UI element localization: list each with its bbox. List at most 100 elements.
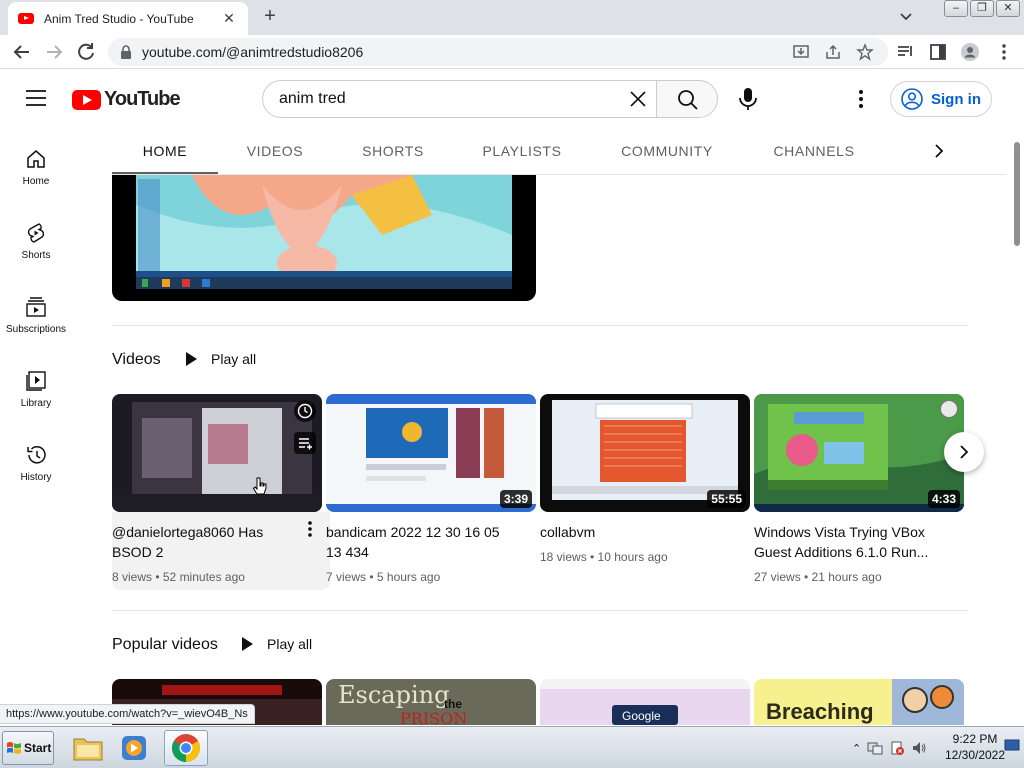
video-title[interactable]: Windows Vista Trying VBox Guest Addition…	[754, 522, 964, 562]
popular-video-thumbnail[interactable]: Google	[540, 679, 750, 725]
chrome-icon	[172, 734, 200, 762]
video-action-menu-icon[interactable]	[302, 518, 318, 540]
chrome-menu-icon[interactable]	[994, 42, 1014, 62]
video-meta: 7 views • 5 hours ago	[326, 570, 441, 584]
restore-icon[interactable]: ❐	[970, 0, 994, 17]
lock-icon[interactable]	[120, 45, 132, 59]
side-panel-icon[interactable]	[928, 42, 948, 62]
media-controls-icon[interactable]	[896, 42, 916, 62]
browser-tab[interactable]: Anim Tred Studio - YouTube ✕	[8, 2, 248, 35]
profile-avatar-icon[interactable]	[960, 42, 980, 62]
chrome-taskbar-button[interactable]	[164, 730, 208, 766]
play-all-label: Play all	[211, 351, 257, 367]
guide-label: Home	[22, 176, 50, 187]
settings-kebab-icon[interactable]	[851, 88, 871, 110]
featured-video-player[interactable]	[112, 175, 536, 301]
popular-play-all-button[interactable]: Play all	[242, 636, 312, 652]
page-scrollbar[interactable]	[1012, 128, 1024, 725]
new-tab-button[interactable]: +	[258, 4, 282, 28]
sign-in-button[interactable]: Sign in	[890, 81, 992, 117]
video-duration: 55:55	[707, 490, 746, 508]
video-title[interactable]: bandicam 2022 12 30 16 05 13 434	[326, 522, 536, 562]
video-thumbnail[interactable]: 4:33	[754, 394, 964, 512]
watch-later-icon[interactable]	[294, 400, 316, 422]
guide-item-library[interactable]: Library	[0, 370, 72, 432]
tab-search-chevron-icon[interactable]	[896, 6, 916, 26]
taskbar-clock[interactable]: 9:22 PM 12/30/2022	[940, 731, 1010, 763]
scrollbar-thumb[interactable]	[1014, 142, 1020, 246]
video-thumbnail[interactable]: 55:55	[540, 394, 750, 512]
hamburger-menu-icon[interactable]	[26, 90, 46, 106]
search-input[interactable]: anim tred	[262, 80, 656, 118]
video-card[interactable]: 55:55 collabvm 18 views • 10 hours ago	[540, 394, 750, 564]
tab-shorts[interactable]: SHORTS	[352, 128, 434, 174]
videos-shelf-title[interactable]: Videos	[112, 351, 161, 369]
popular-video-thumbnail[interactable]: Escaping the PRISON	[326, 679, 536, 725]
video-card[interactable]: @danielortega8060 Has BSOD 2 8 views • 5…	[112, 394, 322, 584]
tab-channels[interactable]: CHANNELS	[766, 128, 862, 174]
show-hidden-icons-icon[interactable]: ⌃	[852, 742, 861, 755]
video-card[interactable]: 4:33 Windows Vista Trying VBox Guest Add…	[754, 394, 964, 584]
account-circle-icon	[901, 88, 923, 110]
video-title[interactable]: @danielortega8060 Has BSOD 2	[112, 522, 322, 562]
tab-playlists[interactable]: PLAYLISTS	[472, 128, 572, 174]
window-close-icon[interactable]: ✕	[996, 0, 1020, 17]
media-player-icon	[122, 736, 146, 760]
thumbnail-image	[112, 394, 322, 512]
youtube-favicon-icon	[18, 13, 34, 24]
tab-home[interactable]: HOME	[112, 128, 218, 174]
thumbnail-text: Escaping	[338, 681, 450, 709]
guide-item-subscriptions[interactable]: Subscriptions	[0, 296, 72, 358]
link-status-bubble: https://www.youtube.com/watch?v=_wievO4B…	[0, 704, 255, 724]
share-icon[interactable]	[824, 43, 842, 61]
video-card[interactable]: 3:39 bandicam 2022 12 30 16 05 13 434 7 …	[326, 394, 536, 584]
guide-item-shorts[interactable]: Shorts	[0, 222, 72, 284]
volume-icon[interactable]	[911, 740, 927, 756]
video-thumbnail[interactable]: 3:39	[326, 394, 536, 512]
guide-item-home[interactable]: Home	[0, 148, 72, 210]
add-to-queue-icon[interactable]	[294, 432, 316, 454]
show-desktop-icon[interactable]	[1004, 737, 1020, 753]
search-button[interactable]	[656, 80, 718, 118]
shelf-next-button[interactable]	[944, 432, 984, 472]
videos-play-all-button[interactable]: Play all	[186, 351, 256, 367]
tab-videos[interactable]: VIDEOS	[232, 128, 318, 174]
forward-arrow-icon[interactable]	[42, 40, 66, 64]
action-center-icon[interactable]	[889, 740, 905, 756]
voice-search-button[interactable]	[729, 80, 767, 118]
popular-video-thumbnail[interactable]: Breaching	[754, 679, 964, 725]
url-text: youtube.com/@animtredstudio8206	[142, 44, 364, 60]
tab-close-icon[interactable]: ✕	[220, 10, 238, 27]
history-icon	[27, 446, 46, 464]
media-player-taskbar-button[interactable]	[112, 730, 156, 766]
system-tray: ⌃	[852, 737, 927, 759]
bookmark-star-icon[interactable]	[856, 43, 874, 61]
popular-shelf-title[interactable]: Popular videos	[112, 636, 218, 654]
video-meta: 27 views • 21 hours ago	[754, 570, 882, 584]
browser-toolbar: youtube.com/@animtredstudio8206	[0, 35, 1024, 69]
minimize-icon[interactable]: –	[944, 0, 968, 17]
guide-label: History	[20, 472, 52, 483]
tab-community[interactable]: COMMUNITY	[614, 128, 720, 174]
address-bar[interactable]: youtube.com/@animtredstudio8206	[108, 38, 888, 66]
thumbnail-text: PRISON	[400, 709, 468, 725]
search-input-value: anim tred	[279, 90, 346, 107]
youtube-logo[interactable]: YouTube	[72, 88, 181, 111]
clear-search-icon[interactable]	[628, 89, 648, 109]
network-icon[interactable]	[867, 740, 883, 756]
video-thumbnail[interactable]	[112, 394, 322, 512]
play-icon	[186, 352, 197, 366]
explorer-taskbar-button[interactable]	[66, 730, 110, 766]
start-button[interactable]: Start	[2, 731, 54, 765]
reload-icon[interactable]	[74, 40, 98, 64]
section-divider	[112, 325, 968, 326]
install-app-icon[interactable]	[792, 43, 810, 61]
guide-label: Subscriptions	[5, 324, 67, 335]
video-title[interactable]: collabvm	[540, 522, 750, 542]
guide-item-history[interactable]: History	[0, 444, 72, 506]
play-icon	[242, 637, 253, 651]
thumbnail-text: Breaching	[766, 699, 874, 724]
chevron-right-icon[interactable]	[928, 140, 950, 162]
back-arrow-icon[interactable]	[10, 40, 34, 64]
tab-title: Anim Tred Studio - YouTube	[44, 11, 194, 26]
